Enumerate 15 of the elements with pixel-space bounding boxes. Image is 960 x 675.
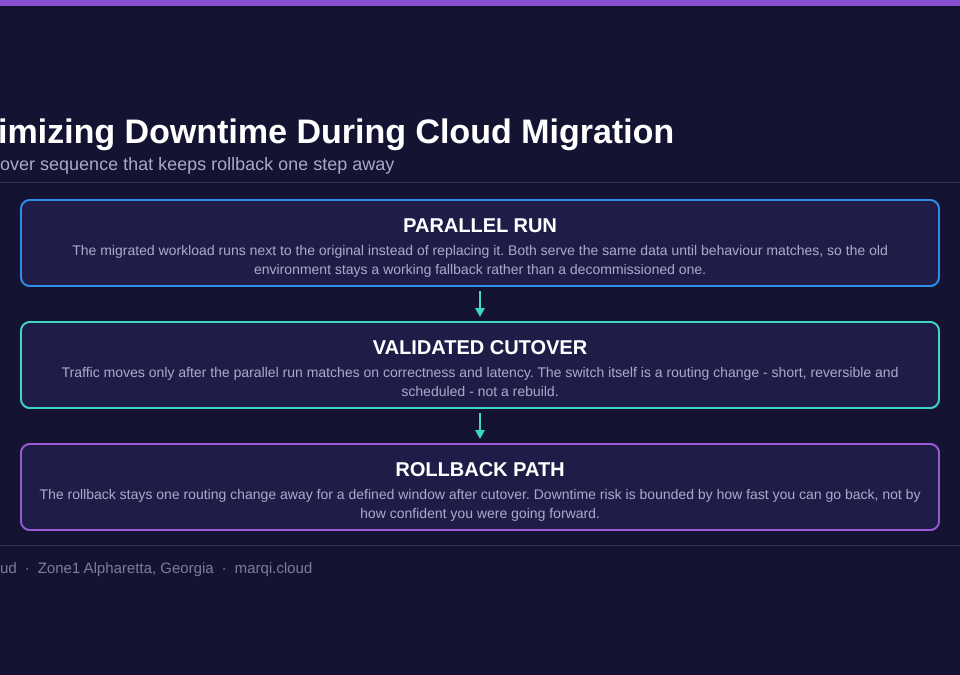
footer-separator: · [24,559,30,579]
step-title: ROLLBACK PATH [395,458,565,483]
footer-text: marqi.cloud [234,559,312,579]
down-arrow-icon [475,291,485,317]
page-subtitle: over sequence that keeps rollback one step away [0,153,394,175]
step-description: Traffic moves only after the parallel run matches on correctness and latency. The switch itself is a routing change - short, reversible and scheduled - not a rebuild. [60,363,900,401]
footer-separator: · [222,559,227,579]
page-title: imizing Downtime During Cloud Migration [0,112,674,152]
step-title: PARALLEL RUN [403,214,557,239]
footer-text: Zone1 Alpharetta, Georgia [38,559,214,579]
step-title: VALIDATED CUTOVER [372,336,588,361]
down-arrow-icon [475,413,485,439]
step-description: The migrated workload runs next to the original instead of replacing it. Both serve the same data until behaviour matches, so the old environment stays a working fallback rather than a decommissioned one. [71,241,889,279]
footer-text: ud [0,559,17,579]
step-description: The rollback stays one routing change away for a defined window after cutover. Downtime risk is bounded by how fast you can go back, not by how confident you were going forward. [38,485,922,523]
